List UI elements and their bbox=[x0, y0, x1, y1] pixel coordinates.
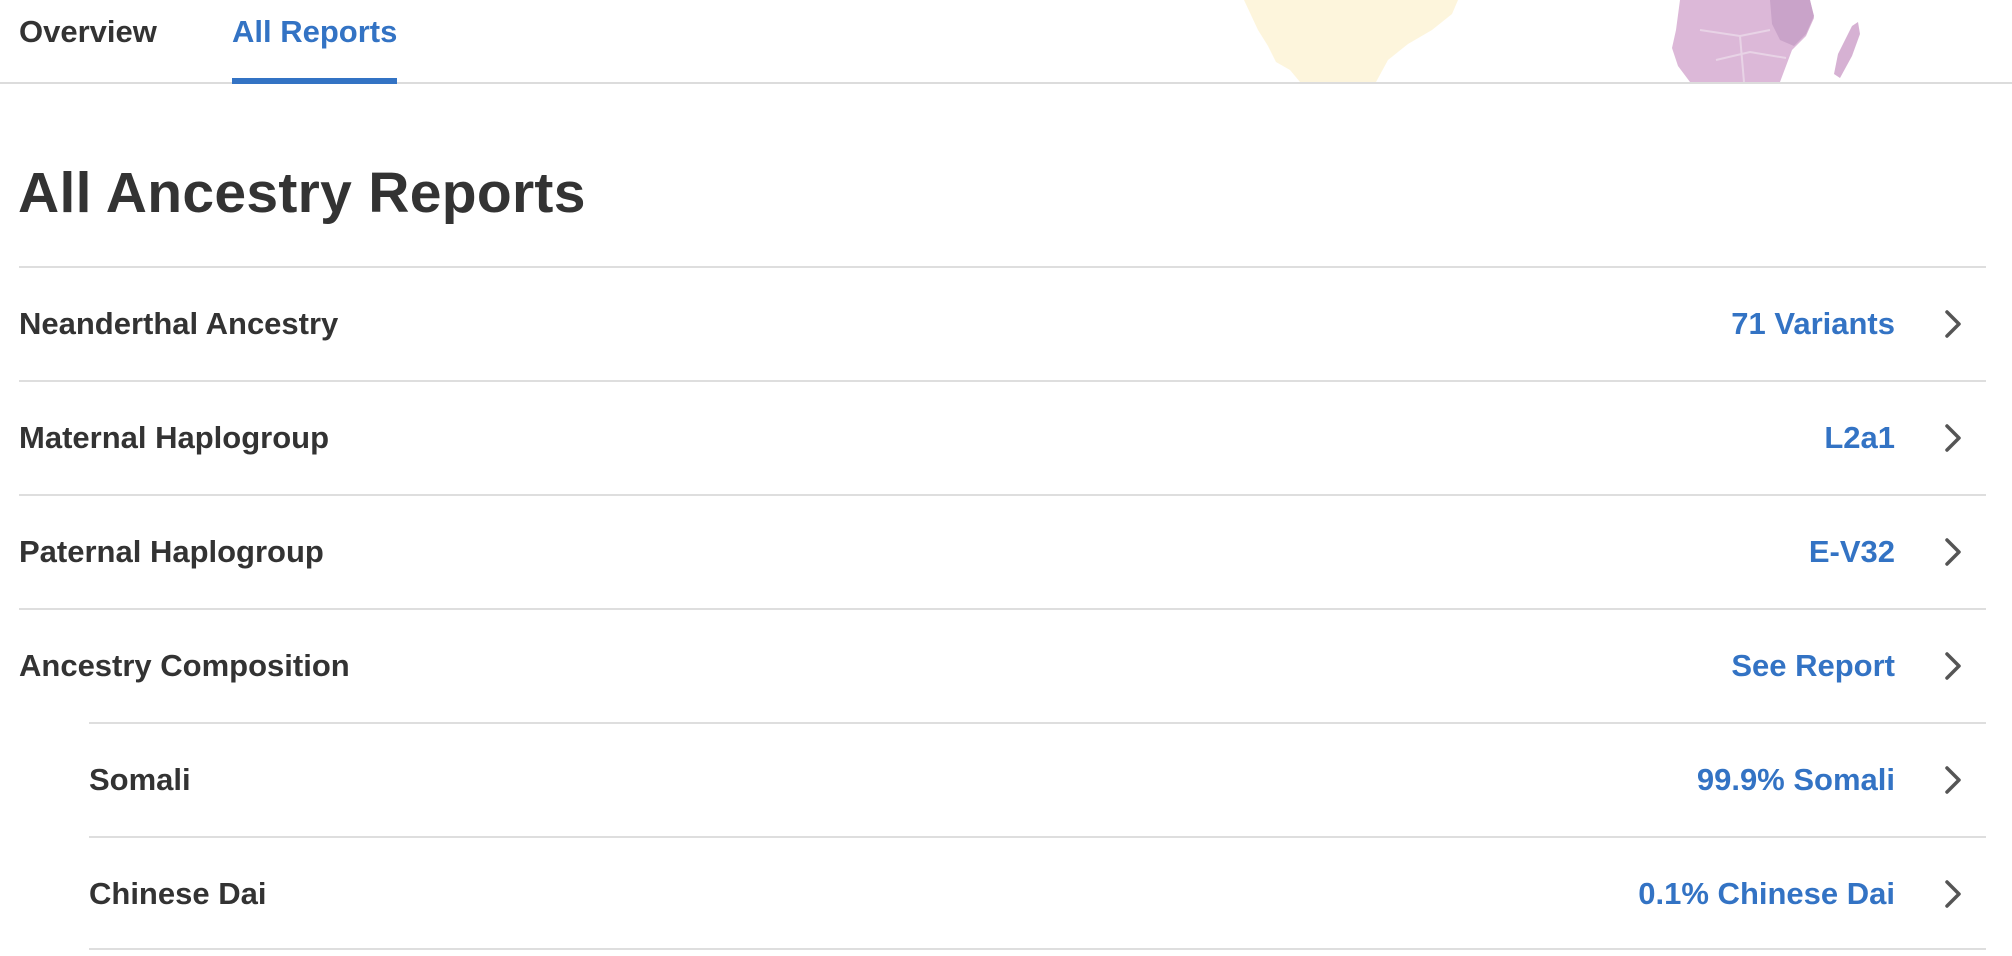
report-row-neanderthal-ancestry[interactable]: Neanderthal Ancestry 71 Variants bbox=[19, 266, 1986, 380]
report-row-somali[interactable]: Somali 99.9% Somali bbox=[89, 722, 1986, 836]
report-label: Paternal Haplogroup bbox=[19, 534, 324, 569]
tab-overview-label: Overview bbox=[19, 14, 157, 49]
report-row-ancestry-composition[interactable]: Ancestry Composition See Report bbox=[19, 608, 1986, 722]
chevron-right-icon bbox=[1945, 424, 1961, 452]
report-label: Ancestry Composition bbox=[19, 648, 350, 683]
chevron-right-icon bbox=[1945, 652, 1961, 680]
report-value-link[interactable]: 99.9% Somali bbox=[1697, 724, 1895, 836]
report-row-chinese-dai[interactable]: Chinese Dai 0.1% Chinese Dai bbox=[89, 836, 1986, 950]
report-label: Maternal Haplogroup bbox=[19, 420, 330, 455]
report-label: Chinese Dai bbox=[89, 876, 267, 911]
report-tabs: Overview All Reports bbox=[0, 0, 2012, 84]
report-label: Neanderthal Ancestry bbox=[19, 306, 339, 341]
chevron-right-icon bbox=[1945, 310, 1961, 338]
chevron-right-icon bbox=[1945, 880, 1961, 908]
tab-overview[interactable]: Overview bbox=[19, 0, 157, 82]
report-value-link[interactable]: 0.1% Chinese Dai bbox=[1638, 838, 1895, 950]
report-value-link[interactable]: 71 Variants bbox=[1731, 268, 1895, 380]
report-value-link[interactable]: E-V32 bbox=[1809, 496, 1895, 608]
report-row-paternal-haplogroup[interactable]: Paternal Haplogroup E-V32 bbox=[19, 494, 1986, 608]
active-tab-indicator bbox=[232, 78, 398, 84]
tab-all-reports-label: All Reports bbox=[232, 14, 398, 49]
report-value-link[interactable]: L2a1 bbox=[1824, 382, 1895, 494]
tab-all-reports[interactable]: All Reports bbox=[232, 0, 398, 84]
report-label: Somali bbox=[89, 762, 191, 797]
chevron-right-icon bbox=[1945, 538, 1961, 566]
page-title: All Ancestry Reports bbox=[18, 161, 586, 225]
report-row-maternal-haplogroup[interactable]: Maternal Haplogroup L2a1 bbox=[19, 380, 1986, 494]
chevron-right-icon bbox=[1945, 766, 1961, 794]
report-value-link[interactable]: See Report bbox=[1731, 610, 1895, 722]
